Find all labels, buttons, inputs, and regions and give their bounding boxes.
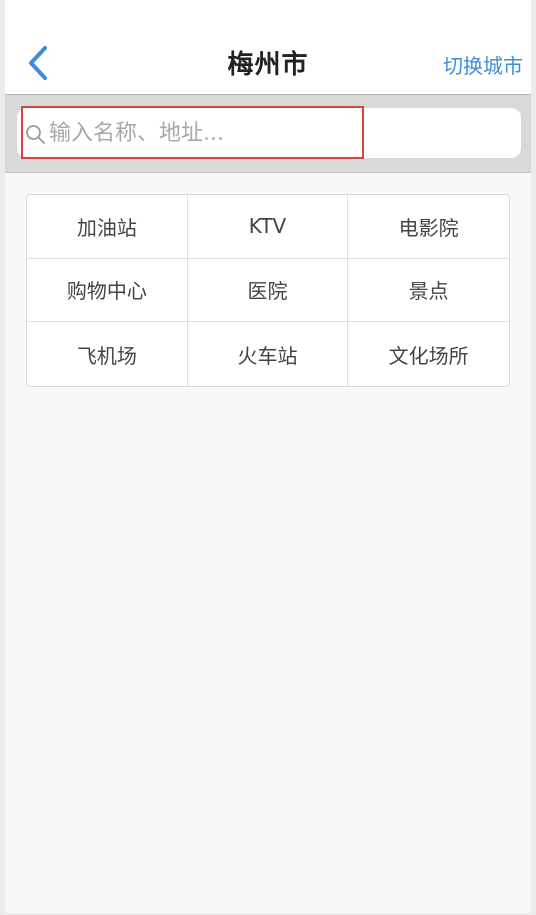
category-hospital[interactable]: 医院 — [187, 258, 349, 323]
category-ktv[interactable]: KTV — [187, 195, 349, 259]
category-train-station[interactable]: 火车站 — [188, 322, 349, 386]
switch-city-button[interactable]: 切换城市 — [443, 50, 523, 79]
category-grid: 加油站 KTV 电影院 购物中心 医院 景点 飞机场 火车站 文化场所 — [26, 194, 510, 387]
screen: 梅州市 切换城市 加油站 KTV 电影院 购物中心 医院 景点 飞机场 火车站 … — [5, 0, 531, 913]
category-gas-station[interactable]: 加油站 — [27, 195, 188, 259]
nav-bar: 梅州市 切换城市 — [5, 0, 531, 95]
search-input[interactable] — [49, 115, 349, 151]
category-scenic-spot[interactable]: 景点 — [348, 259, 509, 323]
category-cinema[interactable]: 电影院 — [348, 195, 509, 259]
search-icon — [26, 125, 45, 144]
category-airport[interactable]: 飞机场 — [27, 322, 188, 386]
search-bar — [5, 95, 531, 173]
category-cultural-venue[interactable]: 文化场所 — [348, 322, 509, 386]
category-shopping-center[interactable]: 购物中心 — [27, 258, 188, 323]
